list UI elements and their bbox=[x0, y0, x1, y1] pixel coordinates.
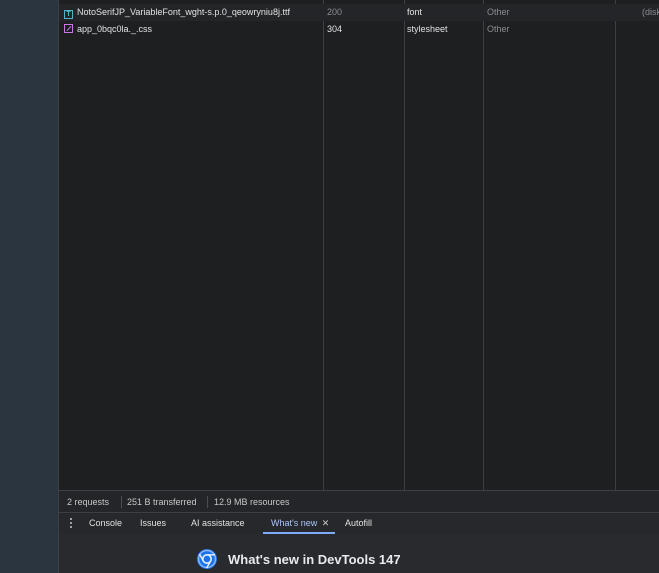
request-initiator: Other bbox=[487, 24, 510, 34]
column-divider[interactable] bbox=[404, 0, 405, 490]
request-type: font bbox=[407, 7, 423, 17]
column-divider[interactable] bbox=[483, 0, 484, 490]
stylesheet-file-icon bbox=[64, 24, 73, 33]
tab-autofill[interactable]: Autofill bbox=[345, 513, 372, 534]
devtools-panel: T NotoSerifJP_VariableFont_wght-s.p.0_qeo… bbox=[58, 0, 659, 573]
network-request-table: T NotoSerifJP_VariableFont_wght-s.p.0_qeo… bbox=[59, 0, 659, 490]
tab-whats-new-label: What's new bbox=[271, 518, 318, 528]
tab-issues[interactable]: Issues bbox=[140, 513, 166, 534]
transferred-size: 251 B transferred bbox=[127, 497, 197, 507]
page-viewport-edge bbox=[0, 0, 58, 573]
tab-whats-new[interactable]: What's new ✕ bbox=[271, 513, 329, 534]
request-name-cell[interactable]: app_0bqc0la._.css bbox=[64, 21, 322, 38]
column-divider[interactable] bbox=[323, 0, 324, 490]
request-size: (disk bbox=[642, 7, 659, 17]
request-name: app_0bqc0la._.css bbox=[77, 24, 153, 34]
summary-divider bbox=[207, 496, 208, 508]
tab-console[interactable]: Console bbox=[89, 513, 122, 534]
request-initiator: Other bbox=[487, 7, 510, 17]
close-tab-icon[interactable]: ✕ bbox=[322, 518, 330, 528]
request-count: 2 requests bbox=[67, 497, 110, 507]
drawer-tab-bar: Console Issues AI assistance What's new … bbox=[59, 512, 659, 534]
table-row[interactable]: T NotoSerifJP_VariableFont_wght-s.p.0_qeo… bbox=[59, 4, 659, 21]
whats-new-heading: What's new in DevTools 147 bbox=[228, 552, 401, 567]
resources-size: 12.9 MB resources bbox=[214, 497, 290, 507]
font-file-icon: T bbox=[64, 10, 73, 19]
tab-ai-assistance[interactable]: AI assistance bbox=[191, 513, 245, 534]
request-type: stylesheet bbox=[407, 24, 448, 34]
whats-new-panel: What's new in DevTools 147 bbox=[59, 534, 659, 573]
table-row[interactable]: app_0bqc0la._.css 304 stylesheet Other bbox=[59, 21, 659, 38]
network-summary-bar: 2 requests 251 B transferred 12.9 MB res… bbox=[59, 490, 659, 512]
column-divider[interactable] bbox=[615, 0, 616, 490]
request-name: NotoSerifJP_VariableFont_wght-s.p.0_qeow… bbox=[77, 7, 290, 17]
chrome-logo-icon bbox=[197, 549, 217, 569]
more-options-icon[interactable] bbox=[68, 517, 74, 529]
request-status: 200 bbox=[327, 7, 343, 17]
browser-window: T NotoSerifJP_VariableFont_wght-s.p.0_qeo… bbox=[0, 0, 659, 573]
summary-divider bbox=[121, 496, 122, 508]
request-status: 304 bbox=[327, 24, 343, 34]
request-name-cell[interactable]: T NotoSerifJP_VariableFont_wght-s.p.0_qeo… bbox=[64, 4, 322, 21]
